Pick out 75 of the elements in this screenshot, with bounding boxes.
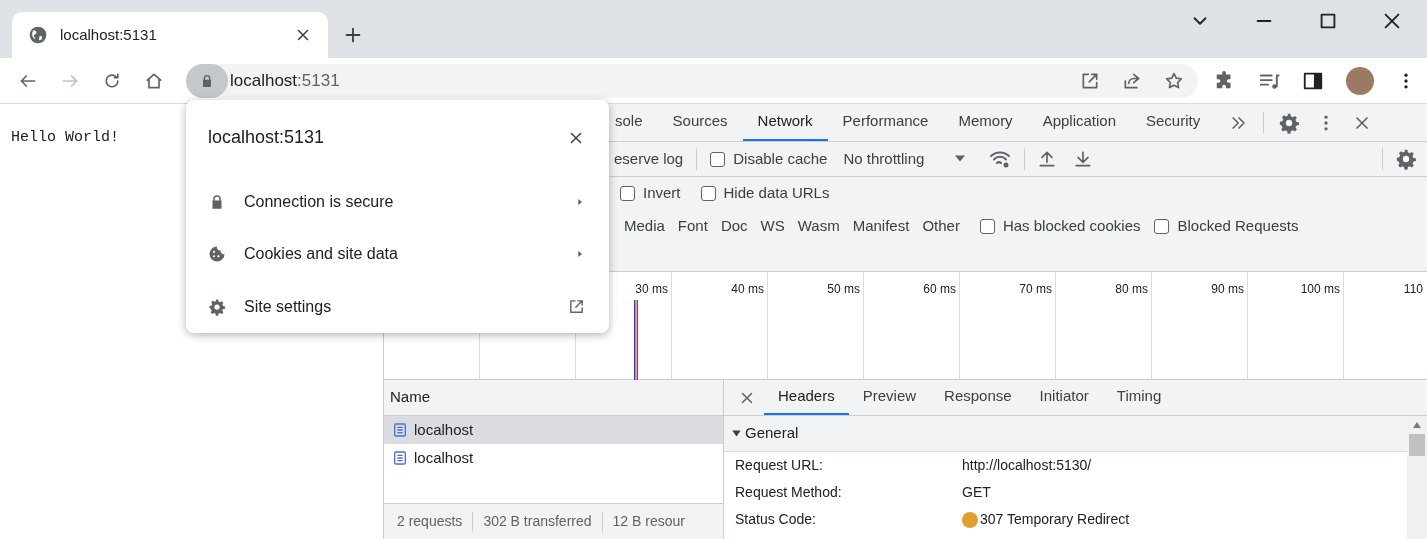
checkbox-label: Blocked Requests	[1177, 216, 1299, 237]
page-text: Hello World!	[11, 129, 120, 146]
tab-title: localhost:5131	[60, 24, 158, 45]
header-value: 307 Temporary Redirect	[980, 510, 1130, 529]
resource-type-filter[interactable]: Font	[677, 215, 708, 238]
summary-text: 302 B transferred	[483, 512, 592, 531]
popup-title: localhost:5131	[208, 126, 326, 150]
header-value: http://localhost:5130/	[962, 456, 1092, 475]
checkbox-label: Invert	[643, 183, 681, 204]
resource-type-filter[interactable]: Manifest	[852, 215, 910, 238]
header-name: Request Method:	[735, 483, 843, 502]
star-icon[interactable]	[1164, 70, 1184, 91]
resource-type-filter[interactable]: Doc	[720, 215, 748, 238]
time-label: 80 ms	[1115, 281, 1148, 298]
section-header[interactable]: General	[724, 416, 1407, 452]
scrollbar-thumb[interactable]	[1409, 434, 1425, 456]
time-label: 40 ms	[731, 281, 764, 298]
devtools-tab[interactable]: Memory	[943, 104, 1028, 141]
open-external-icon[interactable]	[1080, 70, 1100, 91]
time-label: 90 ms	[1211, 281, 1244, 298]
browser-tab[interactable]: localhost:5131	[12, 12, 328, 58]
time-label: 60 ms	[923, 281, 956, 298]
preserve-log-label: eserve log	[614, 148, 684, 169]
time-label: 50 ms	[827, 281, 860, 298]
resource-type-filter[interactable]: Media	[624, 215, 665, 238]
disable-cache-checkbox[interactable]	[710, 151, 726, 167]
time-label: 30 ms	[635, 281, 668, 298]
time-label: 70 ms	[1019, 281, 1052, 298]
summary-text: 12 B resour	[612, 512, 685, 531]
request-row[interactable]: localhost	[384, 416, 723, 444]
devtools-tab[interactable]: Security	[1131, 104, 1216, 141]
header-value: GET	[962, 483, 991, 502]
devtools-tab[interactable]: Performance	[827, 104, 944, 141]
column-header: Name	[384, 380, 723, 416]
filter-checkbox[interactable]	[700, 186, 716, 201]
filter-checkbox[interactable]	[1154, 219, 1170, 234]
resource-type-filter[interactable]: WS	[760, 215, 785, 238]
details-tab[interactable]: Initiator	[1025, 380, 1103, 415]
devtools-tab[interactable]: Sources	[657, 104, 743, 141]
details-tab[interactable]: Preview	[848, 380, 931, 415]
document-icon	[392, 450, 408, 466]
network-settings-icon[interactable]	[1395, 148, 1417, 170]
details-tab[interactable]: Timing	[1102, 380, 1176, 415]
document-icon	[392, 422, 408, 438]
site-info-button[interactable]	[186, 63, 228, 98]
summary-text: 2 requests	[397, 512, 463, 531]
checkbox-label: Has blocked cookies	[1002, 216, 1141, 237]
open-external-icon	[568, 298, 585, 316]
checkbox-label: Disable cache	[733, 148, 828, 169]
resource-type-filter[interactable]: Wasm	[797, 215, 840, 238]
details-tab[interactable]: Response	[930, 380, 1026, 415]
throttling-dropdown[interactable]: No throttling	[843, 147, 967, 171]
resource-type-filter[interactable]: Other	[922, 215, 960, 238]
popup-menu-item[interactable]: Cookies and site data	[186, 227, 609, 281]
settings-icon	[208, 297, 226, 316]
header-name: Status Code:	[735, 510, 817, 529]
avatar[interactable]	[1346, 66, 1374, 95]
popup-menu-item[interactable]: Connection is secure	[186, 175, 609, 228]
scroll-up-icon[interactable]	[1413, 422, 1421, 428]
time-label: 110	[1403, 281, 1423, 298]
cookie-icon	[208, 245, 226, 264]
share-icon[interactable]	[1122, 70, 1142, 91]
address-bar[interactable]: localhost:5131	[186, 63, 1198, 98]
url-text: localhost:5131	[230, 69, 340, 92]
popup-menu-item[interactable]: Site settings	[186, 280, 609, 333]
devtools-tab[interactable]: Network	[742, 104, 828, 141]
globe-icon	[28, 25, 48, 45]
settings-icon[interactable]	[1278, 111, 1301, 134]
devtools-tab[interactable]: Application	[1027, 104, 1131, 141]
filter-checkbox[interactable]	[979, 219, 995, 234]
time-label: 100 ms	[1300, 281, 1340, 298]
header-name: Request URL:	[735, 456, 824, 475]
filter-checkbox[interactable]	[620, 186, 635, 201]
checkbox-label: Hide data URLs	[723, 183, 830, 204]
expand-arrow-icon	[732, 429, 741, 438]
